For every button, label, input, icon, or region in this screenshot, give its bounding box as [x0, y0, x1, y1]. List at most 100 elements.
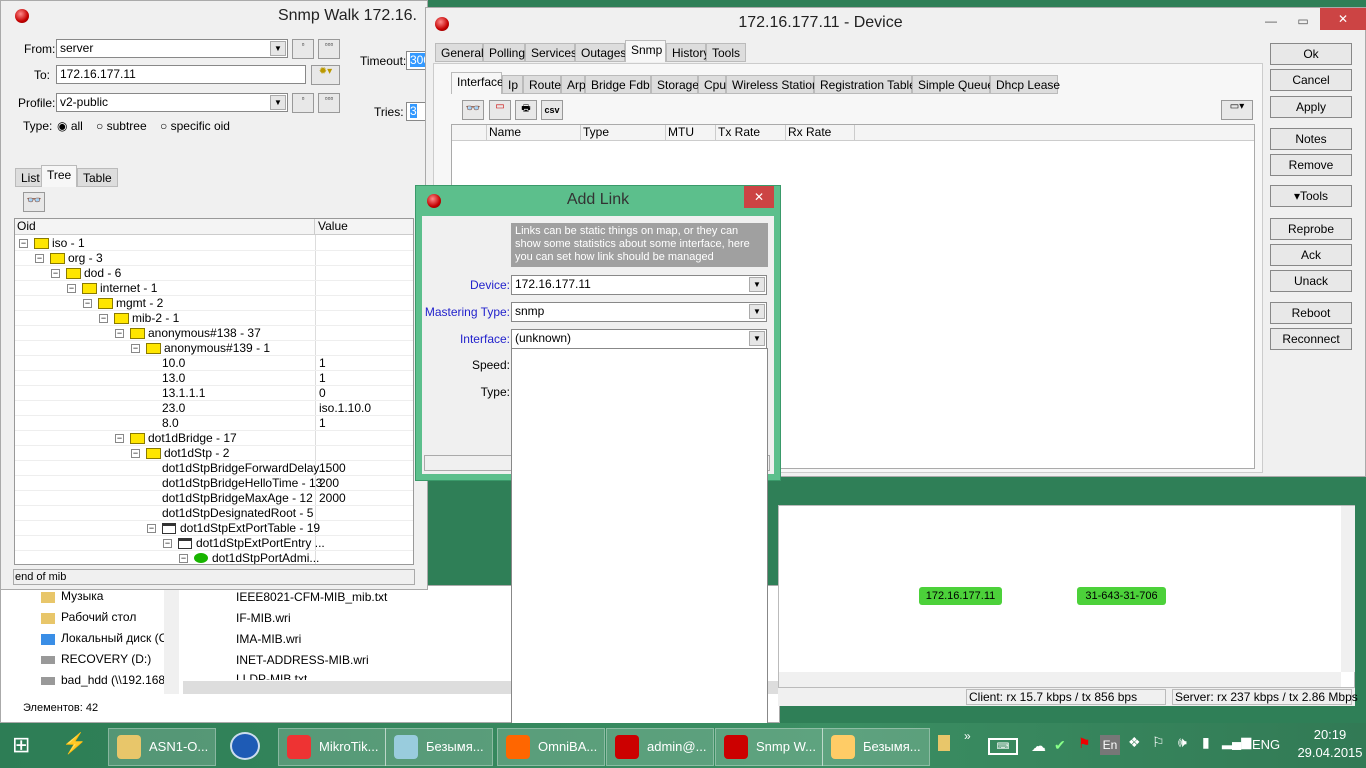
tree-row[interactable]: dot1dStpBridgeForwardDelay... 1500 [15, 461, 413, 476]
close-button[interactable]: ✕ [1320, 8, 1366, 30]
column-header-name[interactable]: Name [486, 125, 580, 141]
collapse-icon[interactable]: − [51, 269, 60, 278]
close-button[interactable]: ✕ [744, 186, 774, 208]
subtab-registration-table[interactable]: Registration Table [814, 75, 916, 94]
tree-row[interactable]: dot1dStpDesignatedRoot - 5 [15, 506, 413, 521]
chevron-down-icon[interactable]: ▼ [749, 304, 765, 319]
type-radio-subtree[interactable]: ○ subtree [96, 119, 147, 133]
nav-item[interactable]: Музыка [61, 589, 103, 603]
tree-row[interactable]: − mib-2 - 1 [15, 311, 413, 326]
tree-row[interactable]: 8.0 1 [15, 416, 413, 431]
taskbar-item[interactable]: Безымя... [385, 728, 493, 766]
find-button[interactable]: 👓 [462, 100, 484, 120]
tab-tools[interactable]: Tools [706, 43, 746, 62]
tree-row[interactable]: 13.1.1.1 0 [15, 386, 413, 401]
tree-row[interactable]: − org - 3 [15, 251, 413, 266]
taskbar-item[interactable]: admin@... [606, 728, 714, 766]
collapse-icon[interactable]: − [147, 524, 156, 533]
from-small-button[interactable]: ▫ [292, 39, 314, 59]
subtab-arp[interactable]: Arp [561, 75, 586, 94]
nav-item[interactable]: RECOVERY (D:) [61, 652, 151, 666]
find-button[interactable]: 👓 [23, 192, 45, 212]
dude-icon[interactable] [230, 732, 260, 760]
overflow-chevron-icon[interactable]: » [964, 729, 971, 743]
tab-table[interactable]: Table [77, 168, 118, 187]
action-center-flag-icon[interactable]: ⚐ [1152, 734, 1165, 751]
tab-services[interactable]: Services [525, 43, 577, 62]
column-header-mtu[interactable]: MTU [665, 125, 715, 141]
interface-select[interactable]: (unknown) ▼ [511, 329, 767, 349]
battery-icon[interactable]: ▮ [1202, 734, 1210, 751]
print-button[interactable]: 🖶 [515, 100, 537, 120]
language-indicator[interactable]: ENG [1252, 737, 1280, 752]
maximize-button[interactable]: ▭ [1288, 14, 1318, 32]
sync-icon[interactable]: ✔ [1054, 737, 1066, 754]
subtab-wireless-station[interactable]: Wireless Station [726, 75, 819, 94]
reboot-button[interactable]: Reboot [1270, 302, 1352, 324]
collapse-icon[interactable]: − [35, 254, 44, 263]
from-more-button[interactable]: ▫▫▫ [318, 39, 340, 59]
column-header-oid[interactable]: Oid [15, 219, 315, 235]
nav-item[interactable]: Рабочий стол [61, 610, 136, 624]
tree-row[interactable]: dot1dStpBridgeMaxAge - 12 2000 [15, 491, 413, 506]
collapse-icon[interactable]: − [67, 284, 76, 293]
map-node[interactable]: 31-643-31-706 [1077, 587, 1166, 605]
tab-snmp[interactable]: Snmp [625, 40, 666, 62]
taskbar-item[interactable]: OmniBA... [497, 728, 605, 766]
tree-row[interactable]: dot1dStpBridgeHelloTime - 13 200 [15, 476, 413, 491]
tree-row[interactable]: − iso - 1 [15, 236, 413, 251]
volume-icon[interactable]: 🕪 [1178, 734, 1187, 751]
collapse-icon[interactable]: − [179, 554, 188, 563]
tab-outages[interactable]: Outages [575, 43, 626, 62]
tree-row[interactable]: − dot1dStpExtPortTable - 19 [15, 521, 413, 536]
explorer-tray-icon[interactable] [938, 735, 950, 751]
mastering-type-select[interactable]: snmp ▼ [511, 302, 767, 322]
tree-row[interactable]: − mgmt - 2 [15, 296, 413, 311]
remove-button[interactable]: Remove [1270, 154, 1352, 176]
tree-row[interactable]: − anonymous#139 - 1 [15, 341, 413, 356]
discover-menu-button[interactable]: ✹▾ [311, 65, 340, 85]
tools-button[interactable]: ▾Tools [1270, 185, 1352, 207]
tab-history[interactable]: History [666, 43, 709, 62]
reprobe-button[interactable]: Reprobe [1270, 218, 1352, 240]
nav-item[interactable]: Локальный диск (C [61, 631, 167, 645]
tree-row[interactable]: − dod - 6 [15, 266, 413, 281]
cloud-icon[interactable]: ☁ [1031, 737, 1046, 755]
tab-polling[interactable]: Polling [483, 43, 525, 62]
tree-row[interactable]: − dot1dStpPortAdmi... [15, 551, 413, 564]
subtab-interface[interactable]: Interface [451, 72, 504, 94]
chevron-down-icon[interactable]: ▼ [270, 41, 286, 56]
cancel-button[interactable]: Cancel [1270, 69, 1352, 91]
type-radio-all[interactable]: ◉ all [57, 119, 83, 133]
chevron-down-icon[interactable]: ▼ [749, 277, 765, 292]
file-item[interactable]: IF-MIB.wri [236, 611, 291, 625]
taskbar-item[interactable]: MikroTik... [278, 728, 386, 766]
column-header-rx-rate[interactable]: Rx Rate [785, 125, 855, 141]
collapse-icon[interactable]: − [115, 329, 124, 338]
subtab-bridge-fdb[interactable]: Bridge Fdb [585, 75, 651, 94]
subtab-cpu[interactable]: Cpu [698, 75, 726, 94]
file-item[interactable]: INET-ADDRESS-MIB.wri [236, 653, 369, 667]
subtab-route[interactable]: Route [523, 75, 561, 94]
notes-button[interactable]: Notes [1270, 128, 1352, 150]
tree-row[interactable]: − dot1dStp - 2 [15, 446, 413, 461]
dropbox-icon[interactable]: ❖ [1128, 734, 1141, 751]
input-language-indicator[interactable]: En [1100, 735, 1120, 755]
keyboard-icon[interactable]: ⌨ [988, 738, 1018, 755]
ok-button[interactable]: Ok [1270, 43, 1352, 65]
map-node[interactable]: 172.16.177.11 [919, 587, 1002, 605]
ack-button[interactable]: Ack [1270, 244, 1352, 266]
minimize-button[interactable]: — [1256, 14, 1286, 32]
taskbar-item[interactable]: Безымя... [822, 728, 930, 766]
map-scrollbar[interactable] [779, 672, 1341, 687]
column-header-value[interactable]: Value [315, 219, 413, 235]
collapse-icon[interactable]: − [19, 239, 28, 248]
to-input[interactable]: 172.16.177.11 [56, 65, 306, 84]
profile-small-button[interactable]: ▫ [292, 93, 314, 113]
device-select[interactable]: 172.16.177.11 ▼ [511, 275, 767, 295]
collapse-icon[interactable]: − [163, 539, 172, 548]
csv-export-button[interactable]: csv [541, 100, 563, 120]
apply-button[interactable]: Apply [1270, 96, 1352, 118]
collapse-icon[interactable]: − [99, 314, 108, 323]
subtab-storage[interactable]: Storage [651, 75, 699, 94]
